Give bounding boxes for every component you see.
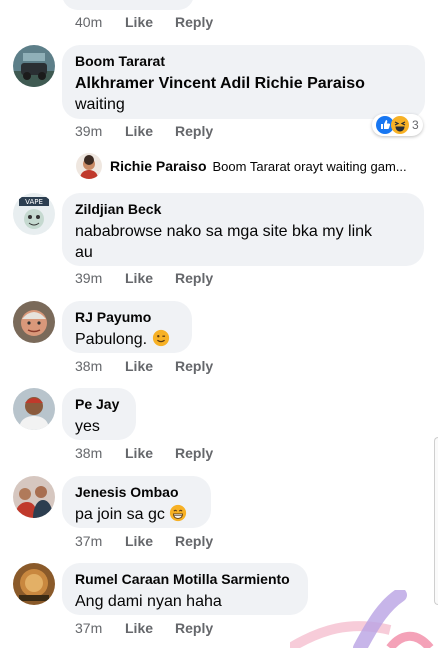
comment-actions: 39m Like Reply xyxy=(75,270,213,286)
comment-time: 40m xyxy=(75,14,103,30)
reply-button[interactable]: Reply xyxy=(175,358,213,374)
comment-time: 37m xyxy=(75,533,103,549)
like-button[interactable]: Like xyxy=(125,445,175,461)
mention-names[interactable]: Alkhramer Vincent Adil Richie Paraiso xyxy=(75,73,413,94)
grin-emoji-icon xyxy=(170,504,187,522)
comment-text: Ang dami nyan haha xyxy=(75,593,222,610)
reply-button[interactable]: Reply xyxy=(175,14,213,30)
wink-emoji-icon xyxy=(152,329,169,347)
avatar[interactable] xyxy=(13,45,55,87)
reply-button[interactable]: Reply xyxy=(175,270,213,286)
comment-author[interactable]: Rumel Caraan Motilla Sarmiento xyxy=(75,571,296,588)
comment-text-line: nababrowse nako sa mga site bka my link xyxy=(75,223,373,240)
comment-time: 39m xyxy=(75,123,103,139)
reaction-summary[interactable]: 3 xyxy=(372,114,423,136)
comment-text-line: waiting xyxy=(75,96,125,113)
comment-actions: 38m Like Reply xyxy=(75,445,213,461)
comment-bubble: Jenesis Ombao pa join sa gc xyxy=(62,476,211,528)
comment-actions: 37m Like Reply xyxy=(75,533,213,549)
avatar[interactable] xyxy=(13,476,55,518)
comment-text-line: pa join sa gc xyxy=(75,506,165,523)
comment-text-line: au xyxy=(75,244,93,261)
comment-bubble: Boom Tararat Alkhramer Vincent Adil Rich… xyxy=(62,45,425,119)
comment-time: 38m xyxy=(75,358,103,374)
reply-button[interactable]: Reply xyxy=(175,533,213,549)
reply-button[interactable]: Reply xyxy=(175,445,213,461)
comment-text: nababrowse nako sa mga site bka my link … xyxy=(75,221,412,263)
comment-text: unver xyxy=(75,0,115,1)
avatar[interactable] xyxy=(13,563,55,605)
like-button[interactable]: Like xyxy=(125,14,175,30)
reply-button[interactable]: Reply xyxy=(175,123,213,139)
like-button[interactable]: Like xyxy=(125,123,175,139)
comment-text-line: Pabulong. xyxy=(75,331,148,348)
comment-actions: 40m Like Reply xyxy=(75,14,213,30)
comment-bubble: unver xyxy=(62,0,194,10)
comment-actions: 39m Like Reply xyxy=(75,123,213,139)
comment-text: pa join sa gc xyxy=(75,504,199,525)
comment-time: 39m xyxy=(75,270,103,286)
reply-preview[interactable]: Richie Paraiso Boom Tararat orayt waitin… xyxy=(76,152,407,180)
reply-snippet: Boom Tararat orayt waiting gam... xyxy=(212,158,407,174)
edge-scroll-handle[interactable] xyxy=(434,437,438,605)
comment-bubble: Rumel Caraan Motilla Sarmiento Ang dami … xyxy=(62,563,308,615)
comment-bubble: Pe Jay yes xyxy=(62,388,136,440)
avatar[interactable] xyxy=(13,388,55,430)
comment-author[interactable]: RJ Payumo xyxy=(75,309,180,326)
like-button[interactable]: Like xyxy=(125,620,175,636)
comment-actions: 38m Like Reply xyxy=(75,358,213,374)
comment-author[interactable]: Zildjian Beck xyxy=(75,201,412,218)
haha-reaction-icon xyxy=(391,116,409,134)
comment-text: Alkhramer Vincent Adil Richie Paraiso wa… xyxy=(75,73,413,115)
avatar[interactable]: VAPE xyxy=(13,193,55,235)
comment-author[interactable]: Jenesis Ombao xyxy=(75,484,199,501)
like-button[interactable]: Like xyxy=(125,270,175,286)
comment-author[interactable]: Boom Tararat xyxy=(75,53,413,70)
reply-author[interactable]: Richie Paraiso xyxy=(110,158,207,174)
reaction-count: 3 xyxy=(412,118,419,132)
watermark-graphic xyxy=(290,590,438,648)
comment-bubble: Zildjian Beck nababrowse nako sa mga sit… xyxy=(62,193,424,266)
comment-time: 38m xyxy=(75,445,103,461)
like-button[interactable]: Like xyxy=(125,358,175,374)
comment-time: 37m xyxy=(75,620,103,636)
comment-bubble: RJ Payumo Pabulong. xyxy=(62,301,192,353)
avatar[interactable] xyxy=(13,301,55,343)
avatar xyxy=(76,153,102,179)
reply-button[interactable]: Reply xyxy=(175,620,213,636)
comment-author[interactable]: Pe Jay xyxy=(75,396,124,413)
comment-text: Pabulong. xyxy=(75,329,180,350)
comment-actions: 37m Like Reply xyxy=(75,620,213,636)
comment-text: yes xyxy=(75,418,100,435)
like-button[interactable]: Like xyxy=(125,533,175,549)
svg-text:VAPE: VAPE xyxy=(25,198,43,206)
